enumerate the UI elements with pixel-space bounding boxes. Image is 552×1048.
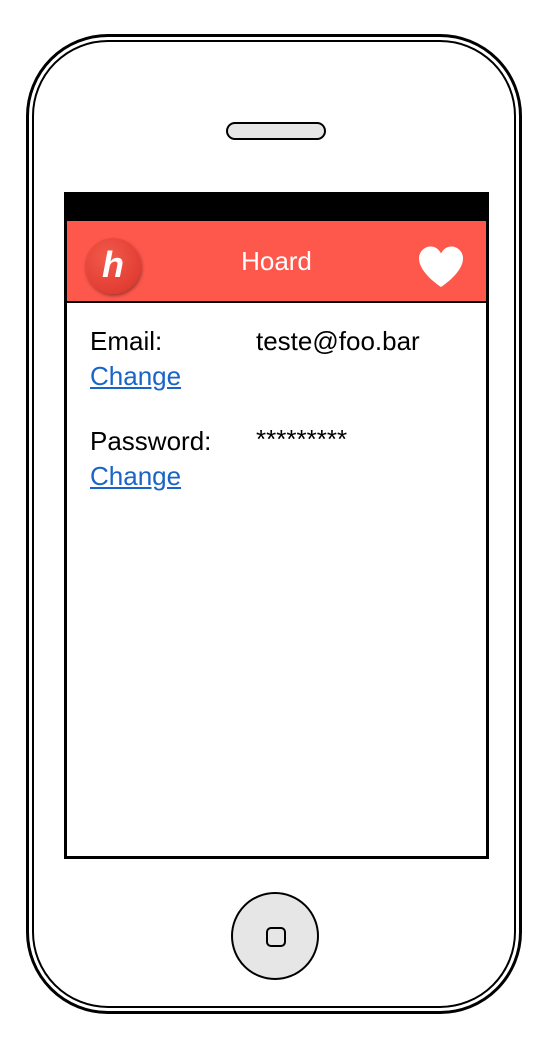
speaker-grille [226,122,326,140]
home-button[interactable] [231,892,319,980]
hoard-logo-icon[interactable]: h [85,238,141,294]
phone-screen: Hoard h Email: teste@foo.bar Change Pass… [64,192,489,859]
app-header: Hoard h [67,221,486,303]
status-bar [67,195,486,221]
logo-letter: h [102,243,124,285]
heart-icon[interactable] [417,245,465,289]
password-label: Password: [90,426,212,456]
change-email-link[interactable]: Change [90,361,181,392]
password-value: ********* [256,424,348,454]
home-button-icon [266,927,286,947]
change-password-link[interactable]: Change [90,461,181,492]
email-value: teste@foo.bar [256,326,420,356]
email-label: Email: [90,326,163,356]
